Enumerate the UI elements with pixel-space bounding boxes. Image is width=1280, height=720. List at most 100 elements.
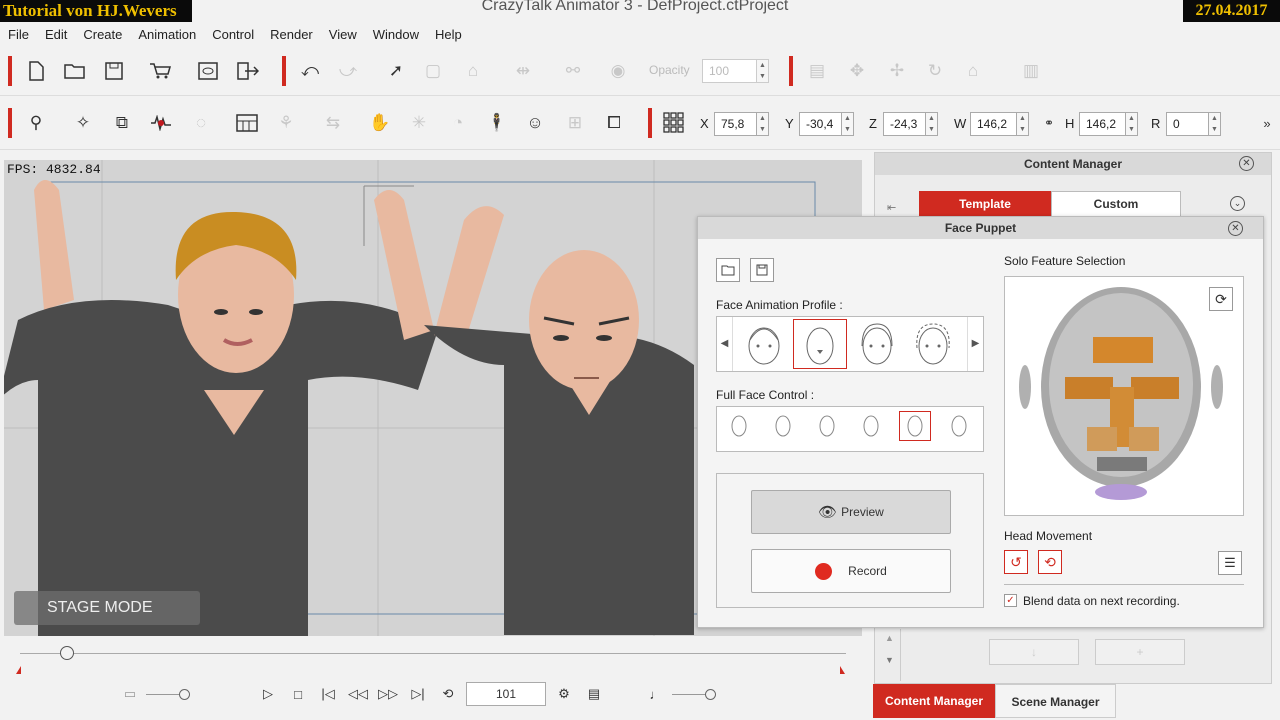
menu-animation[interactable]: Animation bbox=[138, 27, 196, 42]
record-button[interactable]: Record bbox=[751, 549, 951, 593]
link-icon[interactable]: ⚯ bbox=[560, 58, 586, 84]
head-tilt-icon[interactable]: ⟲ bbox=[1038, 550, 1062, 574]
menu-window[interactable]: Window bbox=[373, 27, 419, 42]
camera-icon[interactable]: ▥ bbox=[1018, 58, 1044, 84]
opacity-spinner[interactable]: ▲ ▼ bbox=[756, 59, 769, 83]
reset-rotate-icon[interactable]: ⟳ bbox=[1209, 287, 1233, 311]
face-control-6[interactable] bbox=[943, 411, 975, 441]
face-control-2[interactable] bbox=[767, 411, 799, 441]
clipboard-icon[interactable]: ▢ bbox=[420, 58, 446, 84]
flip-icon[interactable]: ⇆ bbox=[320, 110, 346, 136]
layer-icon[interactable]: ▤ bbox=[804, 58, 830, 84]
sound-icon[interactable]: ◌ bbox=[188, 110, 214, 136]
menu-edit[interactable]: Edit bbox=[45, 27, 67, 42]
stop-icon[interactable]: □ bbox=[288, 684, 308, 704]
x-spinner[interactable]: ▲ ▼ bbox=[756, 112, 769, 136]
select-arrow-icon[interactable]: ➚ bbox=[383, 58, 409, 84]
face-puppet-close-icon[interactable]: ✕ bbox=[1228, 221, 1243, 236]
h-spinner[interactable]: ▲ ▼ bbox=[1125, 112, 1138, 136]
head-icon[interactable]: ◔ bbox=[445, 110, 471, 136]
stamp-icon[interactable]: ⌂ bbox=[460, 58, 486, 84]
body-puppet-icon[interactable]: ✳ bbox=[406, 110, 432, 136]
puppet-icon[interactable]: ✋ bbox=[367, 110, 393, 136]
menu-file[interactable]: File bbox=[8, 27, 29, 42]
frame-field[interactable]: 101 bbox=[466, 682, 546, 706]
timeline-grid-icon[interactable] bbox=[234, 110, 260, 136]
carousel-right-icon[interactable]: ▶ bbox=[967, 317, 983, 371]
tab-content-manager[interactable]: Content Manager bbox=[873, 684, 995, 718]
blend-checkbox[interactable]: ✓ bbox=[1004, 594, 1017, 607]
range-end-marker[interactable] bbox=[840, 666, 845, 674]
rewind-icon[interactable]: ◁◁ bbox=[348, 684, 368, 704]
carousel-left-icon[interactable]: ◀ bbox=[717, 317, 733, 371]
preview-render-icon[interactable] bbox=[195, 58, 221, 84]
play-icon[interactable]: ▷ bbox=[258, 684, 278, 704]
side-handle-icon[interactable]: ⇤ bbox=[887, 201, 896, 214]
preview-button[interactable]: 👁 Preview bbox=[751, 490, 951, 534]
timeline-view-icon[interactable]: ▤ bbox=[584, 684, 604, 704]
align-icon[interactable]: ⇹ bbox=[510, 58, 536, 84]
audio-lipsync-icon[interactable] bbox=[148, 110, 174, 136]
new-project-icon[interactable] bbox=[23, 58, 49, 84]
duplicate-icon[interactable]: ⧠ bbox=[601, 110, 627, 136]
tab-custom[interactable]: Custom bbox=[1051, 191, 1181, 217]
z-spinner[interactable]: ▲ ▼ bbox=[925, 112, 938, 136]
content-manager-close-icon[interactable]: ✕ bbox=[1239, 156, 1254, 171]
face-control-5[interactable] bbox=[899, 411, 931, 441]
profile-face-4[interactable] bbox=[906, 319, 960, 369]
solo-feature-head[interactable]: ⟳ bbox=[1004, 276, 1244, 516]
menu-create[interactable]: Create bbox=[83, 27, 122, 42]
volume-slider-knob[interactable] bbox=[705, 689, 716, 700]
save-profile-icon[interactable] bbox=[750, 258, 774, 282]
home-icon[interactable]: ⌂ bbox=[960, 58, 986, 84]
character-composer-icon[interactable]: ⚲ bbox=[23, 110, 49, 136]
toolbar-overflow-icon[interactable]: » bbox=[1254, 110, 1280, 136]
timeline-track[interactable] bbox=[20, 653, 846, 654]
face-control-1[interactable] bbox=[723, 411, 755, 441]
x-field[interactable]: 75,8 bbox=[714, 112, 757, 136]
previous-key-icon[interactable]: |◁ bbox=[318, 684, 338, 704]
tab-scene-manager[interactable]: Scene Manager bbox=[995, 684, 1116, 718]
stage-mode-button[interactable]: STAGE MODE bbox=[14, 591, 200, 625]
motion-icon[interactable]: ⚘ bbox=[273, 110, 299, 136]
face-control-4[interactable] bbox=[855, 411, 887, 441]
shop-cart-icon[interactable] bbox=[147, 58, 173, 84]
menu-control[interactable]: Control bbox=[212, 27, 254, 42]
speed-slider-knob[interactable] bbox=[179, 689, 190, 700]
range-start-marker[interactable] bbox=[16, 666, 21, 674]
grid-editor-icon[interactable]: ⊞ bbox=[562, 110, 588, 136]
rotate-icon[interactable]: ↻ bbox=[922, 58, 948, 84]
r-field[interactable]: 0 bbox=[1166, 112, 1209, 136]
sprite-editor-icon[interactable]: ⧉ bbox=[109, 110, 135, 136]
profile-face-1[interactable] bbox=[737, 319, 791, 369]
open-project-icon[interactable] bbox=[62, 58, 88, 84]
lock-ratio-icon[interactable]: ⚭ bbox=[1036, 110, 1062, 136]
list-settings-icon[interactable]: ☰ bbox=[1218, 551, 1242, 575]
grid-icon[interactable] bbox=[661, 110, 687, 136]
fast-forward-icon[interactable]: ▷▷ bbox=[378, 684, 398, 704]
menu-render[interactable]: Render bbox=[270, 27, 313, 42]
menu-help[interactable]: Help bbox=[435, 27, 462, 42]
loop-icon[interactable]: ⟲ bbox=[438, 684, 458, 704]
open-profile-icon[interactable] bbox=[716, 258, 740, 282]
move-down-button[interactable]: ↓ bbox=[989, 639, 1079, 665]
w-spinner[interactable]: ▲ ▼ bbox=[1016, 112, 1029, 136]
tab-template[interactable]: Template bbox=[919, 191, 1051, 217]
export-icon[interactable] bbox=[235, 58, 261, 84]
next-key-icon[interactable]: ▷| bbox=[408, 684, 428, 704]
volume-note-icon[interactable]: ♩ bbox=[646, 684, 666, 704]
h-field[interactable]: 146,2 bbox=[1079, 112, 1126, 136]
y-field[interactable]: -30,4 bbox=[799, 112, 842, 136]
menu-view[interactable]: View bbox=[329, 27, 357, 42]
scroll-down-icon[interactable]: ▼ bbox=[879, 655, 900, 665]
redo-icon[interactable]: ⤻ bbox=[335, 58, 361, 84]
profile-face-3[interactable] bbox=[850, 319, 904, 369]
face-key-icon[interactable]: ☺ bbox=[522, 110, 548, 136]
add-button[interactable]: + bbox=[1095, 639, 1185, 665]
z-field[interactable]: -24,3 bbox=[883, 112, 926, 136]
head-rotate-icon[interactable]: ↺ bbox=[1004, 550, 1028, 574]
w-field[interactable]: 146,2 bbox=[970, 112, 1017, 136]
scroll-up-icon[interactable]: ▲ bbox=[879, 633, 900, 643]
pose-icon[interactable]: 🕴 bbox=[484, 110, 510, 136]
save-icon[interactable] bbox=[101, 58, 127, 84]
